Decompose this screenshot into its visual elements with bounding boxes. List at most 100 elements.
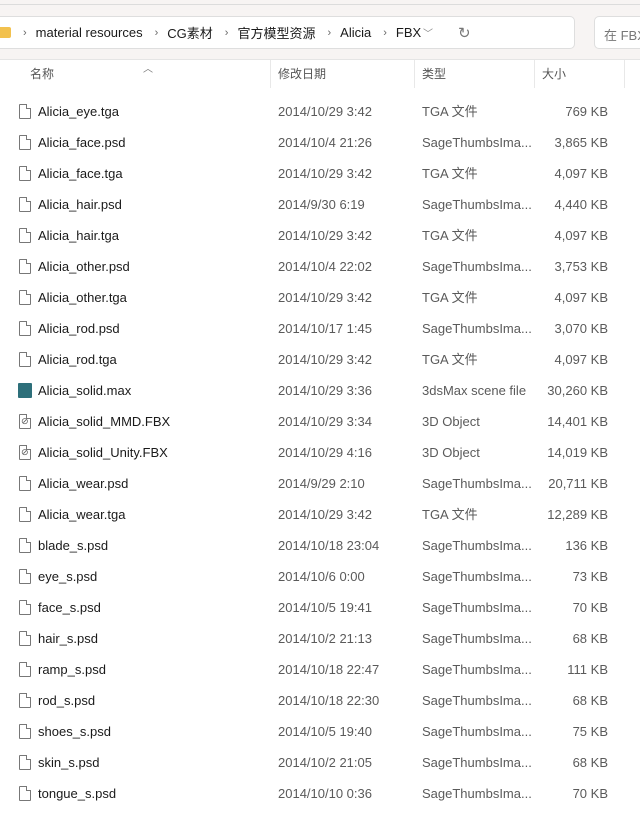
- file-type: SageThumbsIma...: [422, 724, 532, 739]
- file-name: Alicia_wear.tga: [38, 507, 126, 522]
- file-icon: [19, 321, 31, 336]
- file-size: 3,865 KB: [554, 135, 609, 150]
- file-type: SageThumbsIma...: [422, 538, 532, 553]
- file-date: 2014/10/29 3:42: [278, 290, 372, 305]
- file-icon: [19, 166, 31, 181]
- file-row[interactable]: Alicia_hair.psd 2014/9/30 6:19 SageThumbsI…: [0, 189, 640, 220]
- file-icon: [19, 352, 31, 367]
- file-size: 4,097 KB: [554, 228, 609, 243]
- file-row[interactable]: Alicia_face.psd 2014/10/4 21:26 SageThumbs…: [0, 127, 640, 158]
- file-row[interactable]: Alicia_other.psd 2014/10/4 22:02 SageThumb…: [0, 251, 640, 282]
- file-icon: [19, 755, 31, 770]
- file-row[interactable]: Alicia_wear.psd 2014/9/29 2:10 SageThumbsI…: [0, 468, 640, 499]
- file-size: 3,070 KB: [554, 321, 609, 336]
- file-row[interactable]: ramp_s.psd 2014/10/18 22:47 SageThumbsIma.…: [0, 654, 640, 685]
- file-size: 3,753 KB: [554, 259, 609, 274]
- file-type: TGA 文件: [422, 166, 478, 181]
- file-icon: [19, 631, 31, 646]
- divider: [0, 4, 640, 5]
- file-date: 2014/10/2 21:13: [278, 631, 372, 646]
- file-type: SageThumbsIma...: [422, 786, 532, 801]
- file-icon: [19, 259, 31, 274]
- file-row[interactable]: shoes_s.psd 2014/10/5 19:40 SageThumbsIma.…: [0, 716, 640, 747]
- breadcrumb-item[interactable]: 官方模型资源: [237, 23, 315, 42]
- file-row[interactable]: rod_s.psd 2014/10/18 22:30 SageThumbsIma..…: [0, 685, 640, 716]
- file-type: SageThumbsIma...: [422, 600, 532, 615]
- file-type: SageThumbsIma...: [422, 197, 532, 212]
- max-file-icon: [18, 383, 32, 398]
- chevron-down-icon[interactable]: ﹀: [423, 25, 433, 40]
- file-row[interactable]: Alicia_solid_Unity.FBX 2014/10/29 4:16 3D …: [0, 437, 640, 468]
- file-size: 111 KB: [567, 662, 608, 677]
- file-type: TGA 文件: [422, 352, 478, 367]
- file-date: 2014/10/5 19:41: [278, 600, 372, 615]
- file-date: 2014/10/2 21:05: [278, 755, 372, 770]
- file-size: 4,097 KB: [554, 166, 609, 181]
- file-type: SageThumbsIma...: [422, 662, 532, 677]
- file-size: 20,711 KB: [548, 476, 608, 491]
- breadcrumb-item[interactable]: Alicia: [340, 25, 371, 40]
- file-type: 3D Object: [422, 445, 480, 460]
- column-size[interactable]: 大小: [535, 60, 625, 88]
- file-size: 68 KB: [572, 693, 608, 708]
- file-name: Alicia_solid_Unity.FBX: [38, 445, 168, 460]
- refresh-icon[interactable]: ↻: [458, 24, 471, 42]
- file-name: Alicia_rod.tga: [38, 352, 117, 367]
- file-row[interactable]: Alicia_solid_MMD.FBX 2014/10/29 3:34 3D Ob…: [0, 406, 640, 437]
- file-date: 2014/10/29 3:42: [278, 352, 372, 367]
- file-size: 136 KB: [565, 538, 608, 553]
- file-size: 14,401 KB: [547, 414, 608, 429]
- file-size: 68 KB: [572, 631, 608, 646]
- file-date: 2014/10/18 23:04: [278, 538, 380, 553]
- column-date[interactable]: 修改日期: [271, 60, 415, 88]
- file-row[interactable]: skin_s.psd 2014/10/2 21:05 SageThumbsIma..…: [0, 747, 640, 778]
- column-type[interactable]: 类型: [415, 60, 535, 88]
- file-type: 3D Object: [422, 414, 480, 429]
- file-row[interactable]: Alicia_solid.max 2014/10/29 3:36 3dsMax sc…: [0, 375, 640, 406]
- file-row[interactable]: Alicia_hair.tga 2014/10/29 3:42 TGA 文件 4,09…: [0, 220, 640, 251]
- file-name: Alicia_rod.psd: [38, 321, 120, 336]
- file-icon: [19, 135, 31, 150]
- file-name: Alicia_face.psd: [38, 135, 126, 150]
- file-row[interactable]: Alicia_wear.tga 2014/10/29 3:42 TGA 文件 12,2…: [0, 499, 640, 530]
- address-bar[interactable]: › material resources › CG素材 › 官方模型资源 › Alicia › F…: [0, 16, 575, 49]
- breadcrumb-item[interactable]: material resources: [36, 25, 143, 40]
- file-row[interactable]: hair_s.psd 2014/10/2 21:13 SageThumbsIma..…: [0, 623, 640, 654]
- file-name: face_s.psd: [38, 600, 101, 615]
- column-name[interactable]: 名称 ︿: [0, 60, 271, 88]
- file-date: 2014/10/29 4:16: [278, 445, 372, 460]
- file-row[interactable]: Alicia_face.tga 2014/10/29 3:42 TGA 文件 4,09…: [0, 158, 640, 189]
- search-input[interactable]: 在 FBX: [594, 16, 640, 49]
- file-icon: [19, 693, 31, 708]
- file-type: SageThumbsIma...: [422, 259, 532, 274]
- file-row[interactable]: Alicia_other.tga 2014/10/29 3:42 TGA 文件 4,0…: [0, 282, 640, 313]
- file-row[interactable]: Alicia_rod.psd 2014/10/17 1:45 SageThumbsI…: [0, 313, 640, 344]
- file-date: 2014/10/29 3:36: [278, 383, 372, 398]
- file-icon: [19, 786, 31, 801]
- file-name: ramp_s.psd: [38, 662, 106, 677]
- file-row[interactable]: tongue_s.psd 2014/10/10 0:36 SageThumbsIma…: [0, 778, 640, 809]
- file-row[interactable]: eye_s.psd 2014/10/6 0:00 SageThumbsIma... 7…: [0, 561, 640, 592]
- file-type: SageThumbsIma...: [422, 321, 532, 336]
- file-row[interactable]: face_s.psd 2014/10/5 19:41 SageThumbsIma..…: [0, 592, 640, 623]
- chevron-right-icon: ›: [23, 26, 27, 39]
- file-size: 70 KB: [572, 786, 608, 801]
- breadcrumb-item[interactable]: CG素材: [167, 23, 213, 42]
- file-size: 70 KB: [572, 600, 608, 615]
- 3d-object-icon: [19, 406, 31, 437]
- file-icon: [19, 538, 31, 553]
- file-row[interactable]: Alicia_rod.tga 2014/10/29 3:42 TGA 文件 4,097…: [0, 344, 640, 375]
- file-name: blade_s.psd: [38, 538, 109, 553]
- file-size: 73 KB: [572, 569, 608, 584]
- chevron-right-icon: ›: [224, 26, 229, 39]
- file-icon: [19, 104, 31, 119]
- file-name: Alicia_eye.tga: [38, 104, 119, 119]
- file-size: 68 KB: [572, 755, 608, 770]
- file-name: Alicia_solid_MMD.FBX: [38, 414, 171, 429]
- file-row[interactable]: Alicia_eye.tga 2014/10/29 3:42 TGA 文件 769 K…: [0, 96, 640, 127]
- file-type: 3dsMax scene file: [422, 383, 527, 398]
- breadcrumb-item[interactable]: FBX: [396, 25, 421, 40]
- file-name: Alicia_solid.max: [38, 383, 132, 398]
- file-date: 2014/10/10 0:36: [278, 786, 372, 801]
- file-row[interactable]: blade_s.psd 2014/10/18 23:04 SageThumbsIma…: [0, 530, 640, 561]
